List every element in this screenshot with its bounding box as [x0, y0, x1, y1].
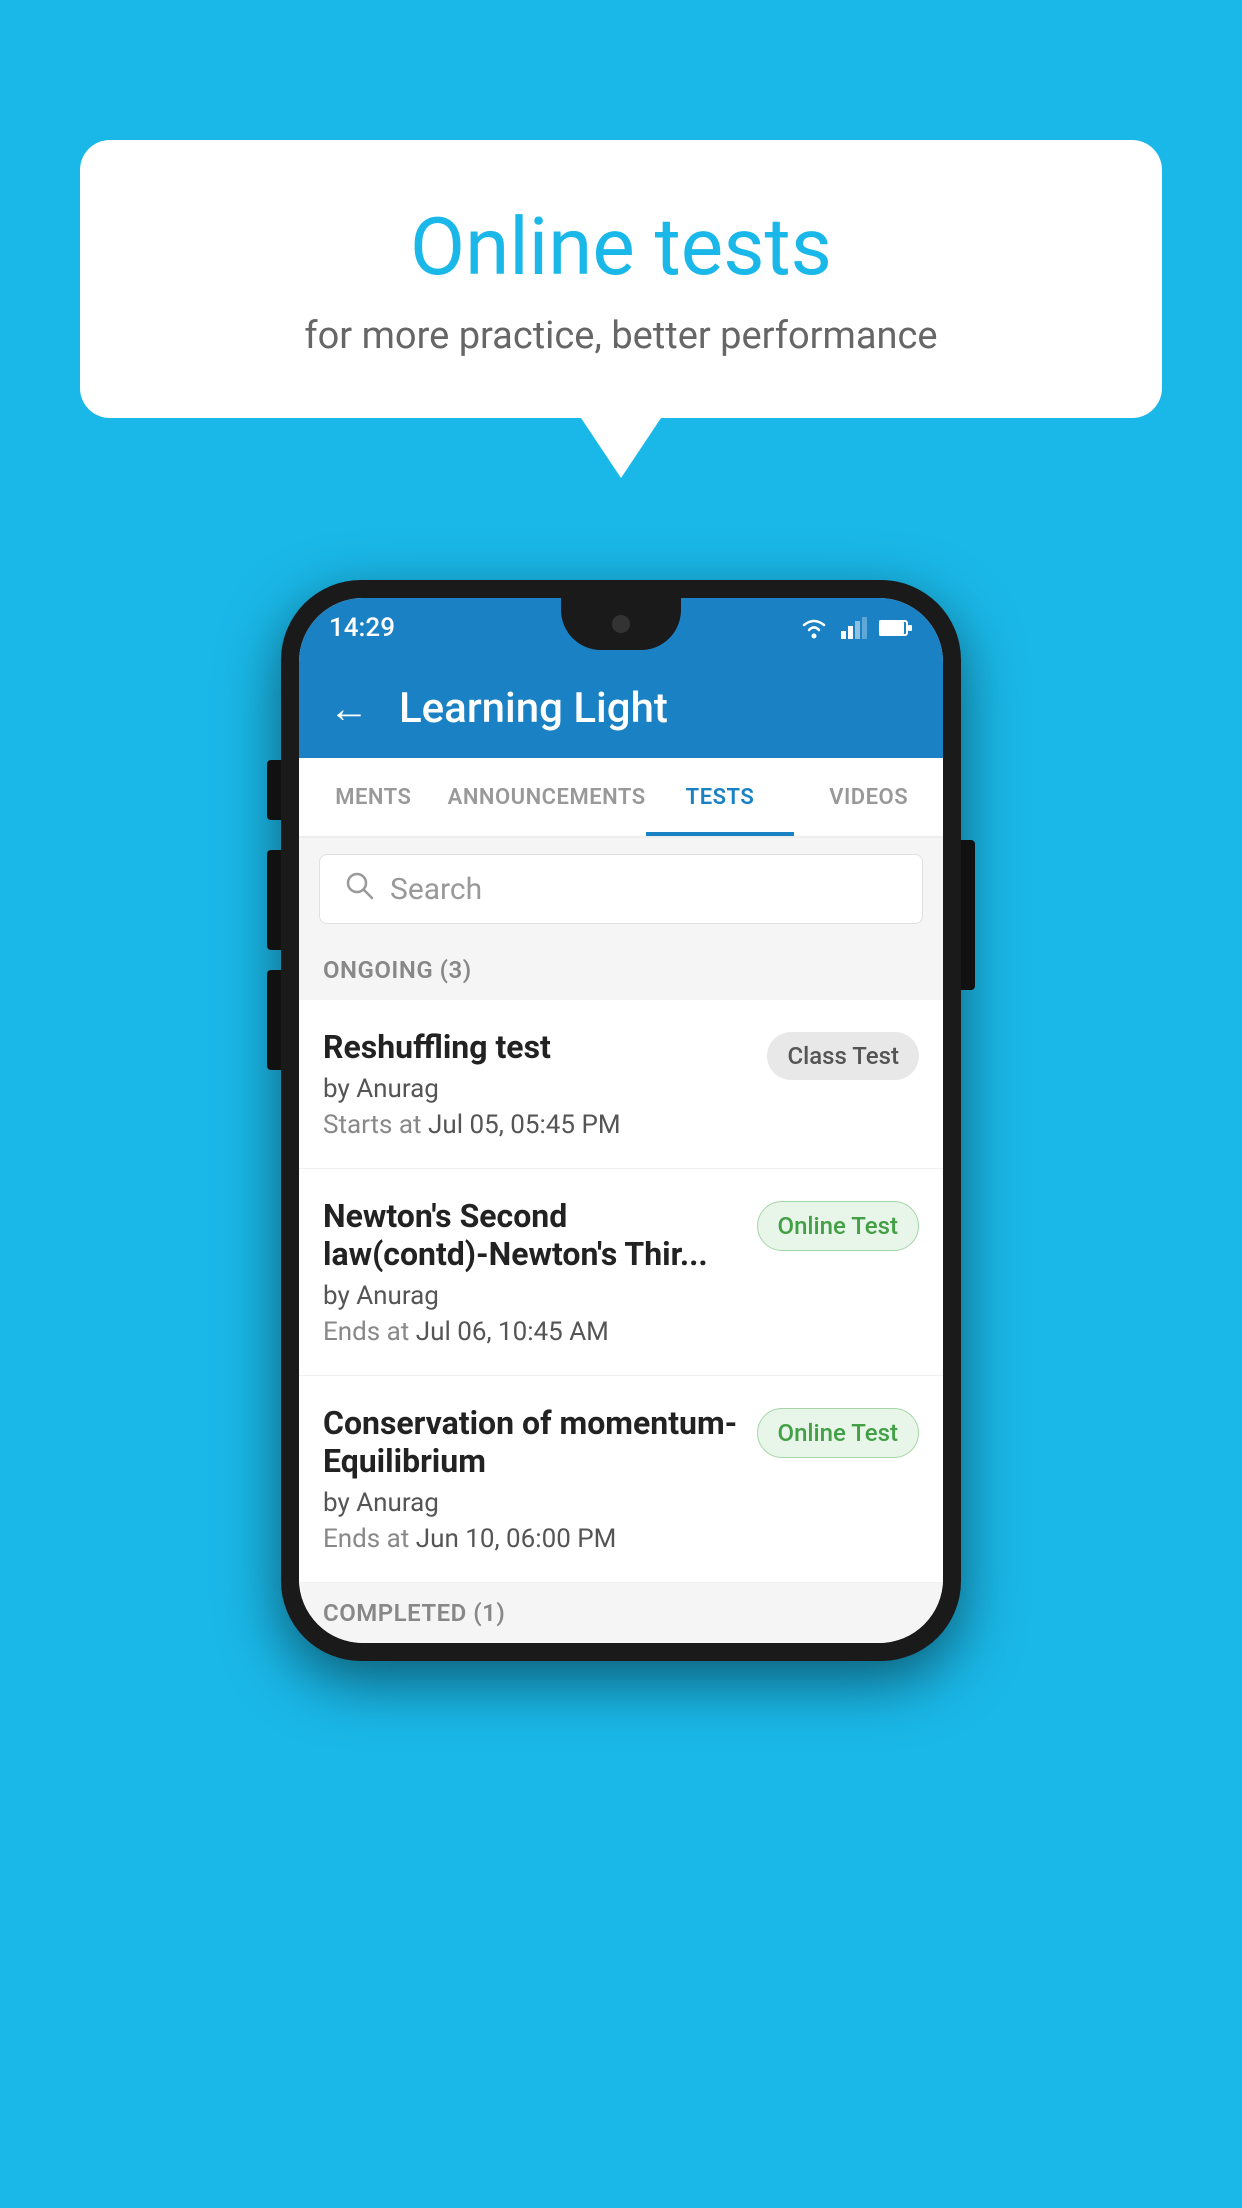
test-badge-2: Online Test: [757, 1201, 919, 1251]
phone-side-button-power[interactable]: [961, 840, 975, 990]
search-input-placeholder: Search: [390, 872, 482, 907]
status-time: 14:29: [329, 613, 395, 643]
phone-side-button-volume-up[interactable]: [267, 850, 281, 950]
test-author-1: by Anurag: [323, 1074, 751, 1104]
test-badge-3: Online Test: [757, 1408, 919, 1458]
test-info-2: Newton's Second law(contd)-Newton's Thir…: [323, 1197, 741, 1347]
search-box[interactable]: Search: [319, 854, 923, 924]
front-camera: [612, 615, 630, 633]
test-time-3: Ends at Jun 10, 06:00 PM: [323, 1524, 741, 1554]
wifi-icon: [799, 617, 829, 639]
search-icon: [344, 870, 374, 908]
speech-bubble: Online tests for more practice, better p…: [80, 140, 1162, 418]
tab-announcements[interactable]: ANNOUNCEMENTS: [448, 758, 646, 836]
test-time-1: Starts at Jul 05, 05:45 PM: [323, 1110, 751, 1140]
app-bar-title: Learning Light: [399, 684, 668, 733]
test-item-2[interactable]: Newton's Second law(contd)-Newton's Thir…: [299, 1169, 943, 1376]
phone-side-button-volume-silent: [267, 760, 281, 820]
test-time-label-3: Ends at: [323, 1524, 409, 1554]
phone-side-button-volume-down[interactable]: [267, 970, 281, 1070]
phone-screen: 14:29: [299, 598, 943, 1643]
test-item-1[interactable]: Reshuffling test by Anurag Starts at Jul…: [299, 1000, 943, 1169]
status-bar: 14:29: [299, 598, 943, 658]
test-title-3: Conservation of momentum-Equilibrium: [323, 1404, 741, 1480]
tab-bar: MENTS ANNOUNCEMENTS TESTS VIDEOS: [299, 758, 943, 838]
phone-outer: 14:29: [281, 580, 961, 1661]
speech-bubble-container: Online tests for more practice, better p…: [80, 140, 1162, 478]
test-badge-1: Class Test: [767, 1032, 919, 1080]
test-title-1: Reshuffling test: [323, 1028, 751, 1066]
app-bar: ← Learning Light: [299, 658, 943, 758]
test-author-2: by Anurag: [323, 1281, 741, 1311]
completed-section-header: COMPLETED (1): [299, 1583, 943, 1643]
ongoing-section-header: ONGOING (3): [299, 940, 943, 1000]
test-author-3: by Anurag: [323, 1488, 741, 1518]
speech-bubble-arrow: [581, 418, 661, 478]
tab-tests[interactable]: TESTS: [646, 758, 795, 836]
test-time-label-1: Starts at: [323, 1110, 422, 1140]
speech-bubble-subtitle: for more practice, better performance: [160, 314, 1082, 358]
search-container: Search: [299, 838, 943, 940]
test-info-1: Reshuffling test by Anurag Starts at Jul…: [323, 1028, 751, 1140]
test-time-2: Ends at Jul 06, 10:45 AM: [323, 1317, 741, 1347]
test-title-2: Newton's Second law(contd)-Newton's Thir…: [323, 1197, 741, 1273]
tab-assignments[interactable]: MENTS: [299, 758, 448, 836]
battery-icon: [879, 619, 913, 637]
phone-wrapper: 14:29: [281, 580, 961, 1661]
test-list: Reshuffling test by Anurag Starts at Jul…: [299, 1000, 943, 1583]
test-time-label-2: Ends at: [323, 1317, 409, 1347]
test-time-value-2: Jul 06, 10:45 AM: [416, 1317, 609, 1347]
notch: [561, 598, 681, 650]
test-item-3[interactable]: Conservation of momentum-Equilibrium by …: [299, 1376, 943, 1583]
tab-videos[interactable]: VIDEOS: [794, 758, 943, 836]
test-time-value-3: Jun 10, 06:00 PM: [416, 1524, 617, 1554]
back-button[interactable]: ←: [329, 685, 369, 732]
status-icons: [799, 617, 913, 639]
test-time-value-1: Jul 05, 05:45 PM: [428, 1110, 621, 1140]
speech-bubble-title: Online tests: [160, 200, 1082, 294]
signal-icon: [841, 617, 867, 639]
test-info-3: Conservation of momentum-Equilibrium by …: [323, 1404, 741, 1554]
